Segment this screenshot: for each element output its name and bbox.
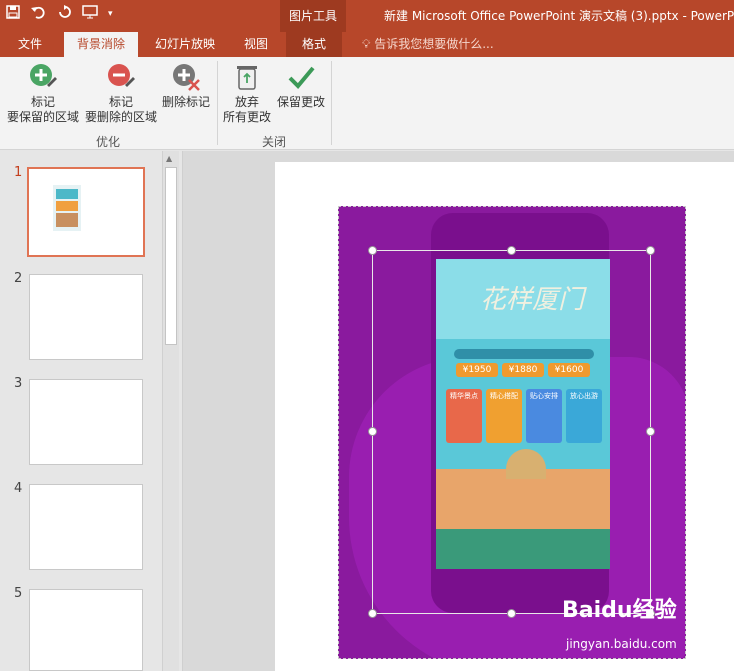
mark-keep-line2: 要保留的区域 bbox=[6, 110, 79, 124]
baidu-watermark-url: jingyan.baidu.com bbox=[566, 637, 677, 651]
picture-tools-label: 图片工具 bbox=[280, 0, 346, 32]
baidu-watermark-logo: Baidu经验 bbox=[562, 598, 677, 623]
resize-handle[interactable] bbox=[368, 427, 377, 436]
plus-pencil-icon bbox=[29, 63, 57, 91]
keep-area-selection-box[interactable] bbox=[372, 250, 651, 614]
delete-mark-label: 删除标记 bbox=[161, 95, 210, 109]
delete-mark-icon bbox=[172, 63, 200, 91]
mark-remove-button[interactable]: 标记 要删除的区域 bbox=[84, 63, 158, 125]
delete-mark-button[interactable]: 删除标记 bbox=[160, 63, 212, 110]
discard-line2: 所有更改 bbox=[222, 110, 271, 124]
undo-icon[interactable] bbox=[30, 5, 48, 23]
ribbon-tab-bar: 文件 背景消除 幻灯片放映 视图 格式 💡︎ 告诉我您想要做什么... bbox=[0, 32, 734, 57]
document-title: 新建 Microsoft Office PowerPoint 演示文稿 (3).… bbox=[384, 9, 734, 23]
slide-number: 3 bbox=[14, 376, 23, 391]
resize-handle[interactable] bbox=[646, 427, 655, 436]
close-group-label: 关闭 bbox=[262, 135, 287, 149]
save-icon[interactable] bbox=[6, 5, 20, 23]
ribbon: 标记 要保留的区域 标记 要删除的区域 删除标记 优化 放弃 所有更改 保留更改… bbox=[0, 57, 734, 150]
thumbnail-image bbox=[53, 185, 81, 231]
tab-slideshow[interactable]: 幻灯片放映 bbox=[146, 32, 224, 57]
slide-number: 4 bbox=[14, 481, 23, 496]
slide-number: 1 bbox=[14, 165, 23, 180]
group-separator bbox=[217, 61, 218, 145]
tab-background-removal[interactable]: 背景消除 bbox=[64, 32, 138, 57]
discard-changes-button[interactable]: 放弃 所有更改 bbox=[222, 63, 272, 125]
slide-thumbnail-2[interactable] bbox=[29, 274, 143, 360]
refine-group-label: 优化 bbox=[96, 135, 121, 149]
resize-handle[interactable] bbox=[646, 246, 655, 255]
tab-view[interactable]: 视图 bbox=[234, 32, 278, 57]
slide-thumbnail-1[interactable] bbox=[27, 167, 145, 257]
lightbulb-icon: 💡︎ bbox=[362, 37, 371, 51]
resize-handle[interactable] bbox=[368, 609, 377, 618]
checkmark-icon bbox=[287, 63, 315, 91]
tab-format[interactable]: 格式 bbox=[286, 32, 342, 57]
redo-icon[interactable] bbox=[58, 5, 72, 23]
keep-changes-button[interactable]: 保留更改 bbox=[274, 63, 328, 110]
slide-thumbnail-3[interactable] bbox=[29, 379, 143, 465]
quick-access-toolbar: ▾ bbox=[6, 5, 113, 23]
slide-number: 2 bbox=[14, 271, 23, 286]
discard-line1: 放弃 bbox=[234, 95, 259, 109]
mark-keep-line1: 标记 bbox=[30, 95, 55, 109]
scroll-up-icon[interactable]: ▲ bbox=[166, 154, 172, 163]
tell-me-box[interactable]: 💡︎ 告诉我您想要做什么... bbox=[362, 32, 494, 57]
slide-number: 5 bbox=[14, 586, 23, 601]
present-icon[interactable] bbox=[82, 5, 98, 23]
thumbnail-scrollbar[interactable]: ▲ bbox=[162, 151, 179, 671]
title-bar: ▾ 图片工具 新建 Microsoft Office PowerPoint 演示… bbox=[0, 0, 734, 32]
resize-handle[interactable] bbox=[507, 246, 516, 255]
scrollbar-thumb[interactable] bbox=[165, 167, 177, 345]
tab-file[interactable]: 文件 bbox=[8, 32, 52, 57]
group-separator bbox=[331, 61, 332, 145]
resize-handle[interactable] bbox=[507, 609, 516, 618]
mark-remove-line1: 标记 bbox=[108, 95, 133, 109]
mark-remove-line2: 要删除的区域 bbox=[84, 110, 157, 124]
mark-keep-button[interactable]: 标记 要保留的区域 bbox=[6, 63, 80, 125]
chevron-down-icon[interactable]: ▾ bbox=[108, 9, 113, 19]
minus-pencil-icon bbox=[107, 63, 135, 91]
recycle-bin-icon bbox=[233, 63, 261, 91]
keep-changes-label: 保留更改 bbox=[276, 95, 325, 109]
tell-me-text: 告诉我您想要做什么... bbox=[374, 37, 494, 51]
slide-thumbnail-4[interactable] bbox=[29, 484, 143, 570]
resize-handle[interactable] bbox=[368, 246, 377, 255]
slide-thumbnail-5[interactable] bbox=[29, 589, 143, 671]
